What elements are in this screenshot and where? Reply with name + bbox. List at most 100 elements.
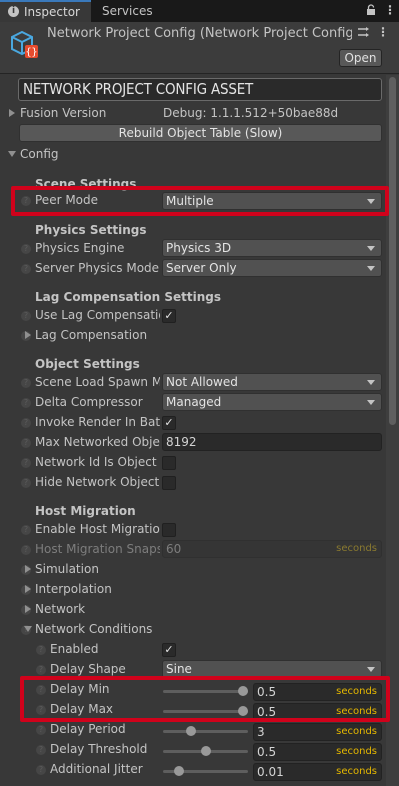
peer-mode-label: Peer Mode [35,193,99,207]
help-icon[interactable]: ? [36,745,46,755]
help-icon[interactable]: ? [21,478,31,488]
chevron-down-icon [367,266,375,271]
config-label[interactable]: Config [20,147,59,161]
peer-mode-dropdown[interactable]: Multiple [162,192,382,210]
delay-shape-dropdown[interactable]: Sine [162,660,382,678]
help-icon[interactable]: ? [36,665,46,675]
delay-period-field[interactable]: 3 seconds [253,723,382,741]
object-settings-header: Object Settings [35,357,140,371]
scene-settings-header: Scene Settings [35,177,137,191]
lag-compensation-foldout-icon[interactable] [25,331,31,339]
help-icon[interactable]: ? [21,418,31,428]
delta-compressor-label: Delta Compressor [35,395,143,409]
host-migration-snapshot-value: 60 [166,542,182,556]
delay-min-label: Delay Min [50,682,110,696]
delay-period-value: 3 [257,725,265,739]
delay-max-label: Delay Max [50,702,114,716]
header-menu-icon[interactable]: ⋮ [377,25,389,39]
lag-compensation-label[interactable]: Lag Compensation [35,328,147,342]
lock-icon[interactable] [366,4,376,16]
enable-host-migration-checkbox[interactable] [162,523,176,537]
chevron-down-icon [367,667,375,672]
chevron-down-icon [367,380,375,385]
delay-min-slider-track[interactable] [163,690,248,693]
help-icon[interactable]: ? [36,645,46,655]
additional-jitter-slider-handle[interactable] [174,766,185,776]
additional-jitter-field[interactable]: 0.01 seconds [253,763,382,781]
delay-period-slider-handle[interactable] [185,726,196,736]
invoke-render-checkbox[interactable]: ✓ [162,416,176,430]
seconds-unit: seconds [336,726,377,737]
help-icon[interactable]: ? [36,705,46,715]
scene-load-spawn-dropdown[interactable]: Not Allowed [162,373,382,391]
help-icon[interactable]: ? [36,725,46,735]
delay-min-field[interactable]: 0.5 seconds [253,683,382,701]
network-id-is-object-checkbox[interactable] [162,456,176,470]
host-migration-snapshot-label: Host Migration Snapsh [35,542,160,556]
help-icon[interactable]: ? [21,244,31,254]
delay-max-field[interactable]: 0.5 seconds [253,703,382,721]
config-foldout-icon[interactable] [8,151,16,157]
chevron-down-icon [367,246,375,251]
delay-max-slider-track[interactable] [163,710,248,713]
delay-threshold-field[interactable]: 0.5 seconds [253,743,382,761]
help-icon[interactable]: ? [21,264,31,274]
fusion-version-value: Debug: 1.1.1.512+50bae88d [163,106,339,120]
tab-services[interactable]: Services [102,0,153,22]
delta-compressor-dropdown[interactable]: Managed [162,393,382,411]
help-icon[interactable]: ? [21,458,31,468]
network-label[interactable]: Network [35,602,85,616]
delay-min-slider-handle[interactable] [238,686,248,696]
help-icon[interactable]: ? [21,525,31,535]
delay-period-slider-track[interactable] [163,730,248,733]
rebuild-object-table-button[interactable]: Rebuild Object Table (Slow) [19,124,382,142]
max-networked-objects-field[interactable]: 8192 [162,433,382,451]
fusion-version-label[interactable]: Fusion Version [20,106,106,120]
network-foldout-icon[interactable] [25,605,31,613]
seconds-unit: seconds [336,746,377,757]
help-icon[interactable]: ? [36,685,46,695]
asset-name-field[interactable]: NETWORK PROJECT CONFIG ASSET [18,78,382,101]
interpolation-foldout-icon[interactable] [25,585,31,593]
physics-engine-dropdown[interactable]: Physics 3D [162,239,382,257]
delta-compressor-value: Managed [166,395,222,409]
tab-inspector-label: Inspector [24,5,80,19]
additional-jitter-label: Additional Jitter [50,762,143,776]
help-icon[interactable]: ? [21,398,31,408]
help-icon[interactable]: ? [21,196,31,206]
delay-max-slider-handle[interactable] [238,706,248,716]
nc-enabled-label: Enabled [50,642,99,656]
simulation-label[interactable]: Simulation [35,562,99,576]
help-icon[interactable]: ? [36,765,46,775]
chevron-down-icon [367,400,375,405]
delay-threshold-slider-handle[interactable] [200,746,211,756]
network-conditions-label[interactable]: Network Conditions [35,622,152,636]
tab-menu-icon[interactable]: ⋮ [384,3,396,17]
use-lag-compensation-checkbox[interactable]: ✓ [162,309,176,323]
seconds-unit: seconds [336,543,377,554]
asset-title: Network Project Config (Network Project … [47,26,352,41]
help-icon[interactable]: ? [21,545,31,555]
interpolation-label[interactable]: Interpolation [35,582,112,596]
help-icon[interactable]: ? [21,438,31,448]
host-migration-header: Host Migration [35,504,136,518]
help-icon[interactable]: ? [21,311,31,321]
server-physics-mode-dropdown[interactable]: Server Only [162,259,382,277]
seconds-unit: seconds [336,766,377,777]
scrollbar-thumb[interactable] [389,77,396,425]
simulation-foldout-icon[interactable] [25,565,31,573]
additional-jitter-value: 0.01 [257,765,284,779]
open-button[interactable]: Open [339,49,382,67]
help-icon[interactable]: ? [21,378,31,388]
physics-engine-label: Physics Engine [35,241,125,255]
use-lag-compensation-label: Use Lag Compensatio [35,308,160,322]
physics-engine-value: Physics 3D [166,241,232,255]
hide-network-object-checkbox[interactable] [162,476,176,490]
network-conditions-foldout-icon[interactable] [24,626,32,632]
tab-inspector[interactable]: i Inspector [0,0,91,22]
fusion-version-foldout-icon[interactable] [9,109,15,117]
preset-icon[interactable] [357,26,371,41]
chevron-down-icon [367,199,375,204]
nc-enabled-checkbox[interactable]: ✓ [162,643,176,657]
delay-threshold-value: 0.5 [257,745,277,759]
